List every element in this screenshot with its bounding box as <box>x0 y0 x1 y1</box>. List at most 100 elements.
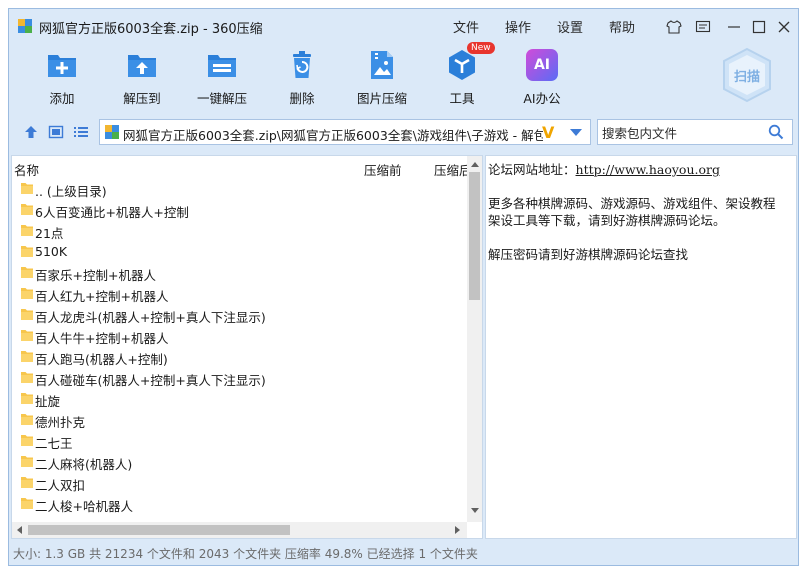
site-link[interactable]: http://www.haoyou.org <box>576 162 720 177</box>
list-item[interactable]: 二七王 <box>12 430 467 451</box>
close-button[interactable] <box>775 18 793 36</box>
list-item[interactable]: 二人双扣 <box>12 472 467 493</box>
menu-settings[interactable]: 设置 <box>557 17 583 36</box>
file-list: .. (上级目录) 6人百变通比+机器人+控制 21点 510K 百家乐+控制+机器人百… <box>12 178 467 518</box>
search-icon[interactable] <box>768 124 784 140</box>
list-item[interactable]: 百人龙虎斗(机器人+控制+真人下注显示) <box>12 304 467 325</box>
scan-label: 扫描 <box>733 70 760 85</box>
scan-button[interactable]: 扫描 <box>721 47 773 103</box>
one-click-extract-label: 一键解压 <box>196 91 247 106</box>
scroll-down-icon[interactable] <box>471 508 479 513</box>
folder-icon <box>21 225 33 236</box>
file-name: 百人牛牛+控制+机器人 <box>35 331 169 346</box>
tools-label: 工具 <box>449 91 475 106</box>
folder-icon <box>21 435 33 446</box>
list-item[interactable]: 510K <box>12 241 467 262</box>
file-name: 二人梭+哈机器人 <box>35 499 133 514</box>
address-dropdown-icon[interactable] <box>570 129 582 136</box>
new-badge: New <box>467 42 495 54</box>
scroll-right-icon[interactable] <box>455 526 460 534</box>
file-name: 510K <box>35 244 68 259</box>
file-name: 二人麻将(机器人) <box>35 457 133 472</box>
folder-icon <box>21 330 33 341</box>
list-item[interactable]: 百人红九+控制+机器人 <box>12 283 467 304</box>
folder-icon <box>21 498 33 509</box>
list-item[interactable]: 百人牛牛+控制+机器人 <box>12 325 467 346</box>
vertical-scrollbar[interactable] <box>467 156 482 522</box>
file-name: 二人双扣 <box>35 478 86 493</box>
app-window: 网狐官方正版6003全套.zip - 360压缩 文件 操作 设置 帮助 添加 <box>8 8 799 566</box>
horizontal-scroll-thumb[interactable] <box>28 525 290 535</box>
minimize-button[interactable] <box>725 18 743 36</box>
list-item[interactable]: 百人跑马(机器人+控制) <box>12 346 467 367</box>
menu-operate[interactable]: 操作 <box>505 17 531 36</box>
column-name[interactable]: 名称 <box>14 160 39 179</box>
address-path: 网狐官方正版6003全套.zip\网狐官方正版6003全套\游戏组件\子游戏 -… <box>123 128 543 143</box>
folder-icon <box>21 414 33 425</box>
column-before[interactable]: 压缩前 <box>364 160 402 179</box>
ai-glyph: AI <box>533 57 551 73</box>
scroll-up-icon[interactable] <box>471 162 479 167</box>
search-input[interactable] <box>600 122 764 144</box>
extract-to-button[interactable]: 解压到 <box>107 49 177 109</box>
status-text: 大小: 1.3 GB 共 21234 个文件和 2043 个文件夹 压缩率 49… <box>13 547 478 561</box>
file-name: 百家乐+控制+机器人 <box>35 268 156 283</box>
folder-icon <box>21 183 33 194</box>
maximize-button[interactable] <box>750 18 768 36</box>
folder-icon <box>21 204 33 215</box>
file-name: 二七王 <box>35 436 73 451</box>
scroll-left-icon[interactable] <box>17 526 22 534</box>
delete-button[interactable]: 删除 <box>267 49 337 109</box>
address-bar[interactable]: 网狐官方正版6003全套.zip\网狐官方正版6003全套\游戏组件\子游戏 -… <box>99 119 591 145</box>
delete-label: 删除 <box>289 91 315 106</box>
status-bar: 大小: 1.3 GB 共 21234 个文件和 2043 个文件夹 压缩率 49… <box>9 543 798 565</box>
list-item[interactable]: 百人碰碰车(机器人+控制+真人下注显示) <box>12 367 467 388</box>
delete-icon <box>293 51 311 78</box>
folder-icon <box>21 246 33 257</box>
folder-icon <box>21 372 33 383</box>
thumbnail-view-icon[interactable] <box>48 124 64 140</box>
folder-icon <box>21 393 33 404</box>
file-list-pane: 名称 压缩前 压缩后 .. (上级目录) 6人百变通比+机器人+控制 21点 510K… <box>11 155 483 539</box>
folder-icon <box>21 351 33 362</box>
feedback-icon[interactable] <box>694 18 712 36</box>
file-name: 百人碰碰车(机器人+控制+真人下注显示) <box>35 373 266 388</box>
column-after[interactable]: 压缩后 <box>434 160 472 179</box>
list-item[interactable]: 扯旋 <box>12 388 467 409</box>
search-box[interactable] <box>597 119 793 145</box>
comment-pane: 论坛网站地址：http://www.haoyou.org 更多各种棋牌源码、游戏… <box>485 155 797 539</box>
add-label: 添加 <box>49 91 75 106</box>
list-item[interactable]: 二人梭+哈机器人 <box>12 493 467 514</box>
folder-icon <box>21 288 33 299</box>
file-name: 6人百变通比+机器人+控制 <box>35 205 189 220</box>
zip-file-icon <box>105 125 119 139</box>
vertical-scroll-thumb[interactable] <box>469 172 480 300</box>
menu-file[interactable]: 文件 <box>453 17 479 36</box>
ai-office-button[interactable]: AI AI办公 <box>507 49 577 109</box>
list-item[interactable]: 德州扑克 <box>12 409 467 430</box>
up-arrow-icon[interactable] <box>23 124 39 140</box>
list-item[interactable]: 6人百变通比+机器人+控制 <box>12 199 467 220</box>
one-click-extract-icon <box>208 55 236 77</box>
folder-icon <box>21 267 33 278</box>
list-item[interactable]: 21点 <box>12 220 467 241</box>
list-view-icon[interactable] <box>73 124 89 140</box>
file-name: 百人龙虎斗(机器人+控制+真人下注显示) <box>35 310 266 325</box>
zip-app-icon <box>18 19 32 33</box>
menu-help[interactable]: 帮助 <box>609 17 635 36</box>
file-name: 21点 <box>35 226 64 241</box>
file-name: 百人跑马(机器人+控制) <box>35 352 168 367</box>
horizontal-scrollbar[interactable] <box>12 522 467 538</box>
window-title: 网狐官方正版6003全套.zip - 360压缩 <box>39 22 263 37</box>
add-button[interactable]: 添加 <box>27 49 97 109</box>
list-item[interactable]: .. (上级目录) <box>12 178 467 199</box>
tools-button[interactable]: 工具 <box>427 49 497 109</box>
one-click-extract-button[interactable]: 一键解压 <box>187 49 257 109</box>
image-compress-button[interactable]: 图片压缩 <box>347 49 417 109</box>
list-item[interactable]: 二人麻将(机器人) <box>12 451 467 472</box>
extract-to-icon <box>128 55 156 77</box>
verified-v-icon: V <box>542 123 555 142</box>
site-label: 论坛网站地址： <box>488 162 576 177</box>
skin-shirt-icon[interactable] <box>665 18 683 36</box>
list-item[interactable]: 百家乐+控制+机器人 <box>12 262 467 283</box>
